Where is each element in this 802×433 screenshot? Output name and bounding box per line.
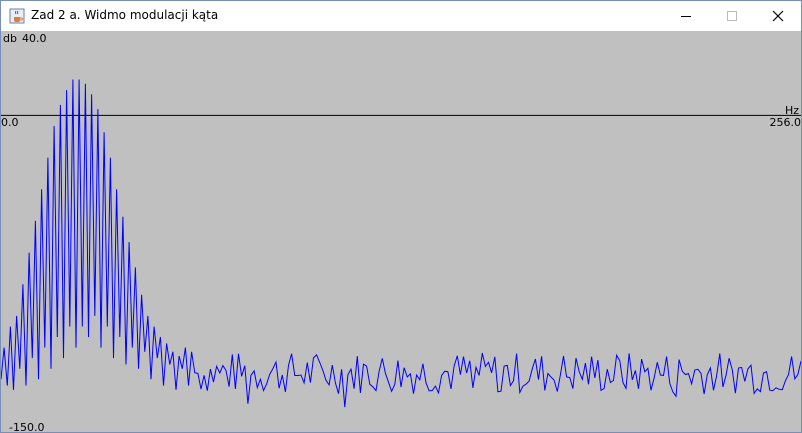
minimize-icon: [681, 16, 691, 17]
spectrum-chart: [1, 79, 801, 408]
y-max-label: 40.0: [22, 32, 47, 45]
minimize-button[interactable]: [663, 1, 709, 31]
title-bar[interactable]: Zad 2 a. Widmo modulacji kąta: [1, 1, 801, 31]
close-icon: [772, 10, 784, 22]
y-axis-unit-label: db: [3, 32, 17, 45]
maximize-button[interactable]: [709, 1, 755, 31]
x-max-label: 256.0: [769, 116, 802, 129]
window-title: Zad 2 a. Widmo modulacji kąta: [31, 8, 219, 22]
x-min-label: 0.0: [1, 116, 19, 129]
y-min-label: -150.0: [9, 421, 45, 433]
java-cup-icon: [9, 8, 25, 24]
spectrum-plot: db 40.0 Hz 0.0 256.0 -150.0: [1, 31, 801, 432]
app-window: Zad 2 a. Widmo modulacji kąta db 40.0 Hz…: [0, 0, 802, 433]
maximize-icon: [727, 11, 737, 21]
close-button[interactable]: [755, 1, 801, 31]
spectrum-series-line: [1, 79, 801, 408]
